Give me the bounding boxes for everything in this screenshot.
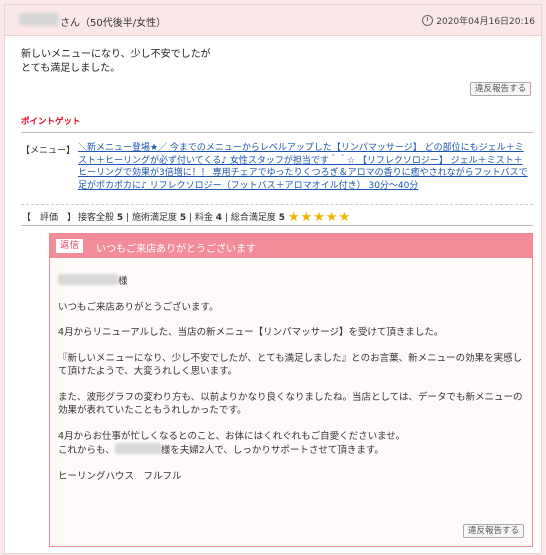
- price-label: 料金: [194, 213, 213, 223]
- service-label: 接客全般: [78, 213, 115, 223]
- service-score: 5: [116, 213, 124, 223]
- reply-signature: ヒーリングハウス フルフル: [58, 470, 182, 482]
- reply-paragraph: 『新しいメニューになり、少し不安でしたが、とても満足しました』とのお言葉、新メニ…: [58, 352, 523, 378]
- customer-name-blurred: [114, 443, 161, 454]
- reply-line-pre: これからも、: [58, 445, 115, 456]
- star-rating-icon: ★★★★★: [287, 210, 352, 225]
- salutation-suffix: 様: [118, 276, 128, 287]
- reply-line-post: 様を夫婦2人で、しっかりサポートさせて頂きます。: [160, 445, 384, 456]
- clock-icon: [422, 15, 434, 26]
- review-line: とても満足しました。: [21, 63, 121, 74]
- reply-badge: 返信: [56, 239, 84, 253]
- review-date: 2020年04月16日20:16: [422, 14, 535, 27]
- report-button[interactable]: 違反報告する: [469, 82, 531, 96]
- rating-sep: |: [188, 213, 193, 223]
- review-card: さん（50代後半/女性） 2020年04月16日20:16 新しいメニューになり…: [4, 4, 542, 554]
- rating-sep: |: [224, 213, 228, 223]
- reply-paragraph: 4月からリニューアルした、当店の新メニュー【リンパマッサージ】を受けて頂きました…: [58, 327, 444, 338]
- point-get-label: ポイントゲット: [21, 117, 81, 127]
- menu-link[interactable]: ＼新メニュー登場★／ 今までのメニューからレベルアップした【リンパマッサージ】 …: [78, 142, 528, 192]
- reply-title: いつもご来店ありがとうございます: [96, 244, 256, 255]
- divider: [21, 132, 533, 133]
- rating-label: 【 評価 】: [22, 213, 77, 223]
- review-date-text: 2020年04月16日20:16: [436, 17, 535, 27]
- reviewer-name-blurred: [19, 13, 59, 26]
- reply-salutation: 様: [58, 274, 526, 289]
- rating-row: 接客全般 5 | 施術満足度 5 | 料金 4 | 総合満足度 5 ★★★★★: [78, 210, 351, 225]
- reviewer-info: さん（50代後半/女性）: [60, 18, 167, 29]
- reply-line: 4月からお仕事が忙しくなるとのこと、お体にはくれぐれもご自愛くださいませ。: [58, 430, 406, 442]
- treatment-label: 施術満足度: [131, 213, 177, 223]
- reply-paragraph: また、波形グラフの変わり方も、以前よりかなり良くなりましたね。当店としては、デー…: [58, 391, 523, 417]
- review-line: 新しいメニューになり、少し不安でしたが: [21, 49, 211, 60]
- reply-paragraph: 4月からお仕事が忙しくなるとのこと、お体にはくれぐれもご自愛くださいませ。 これ…: [58, 430, 526, 458]
- overall-score: 5: [278, 213, 286, 223]
- menu-label: 【メニュー】: [21, 146, 76, 156]
- price-score: 4: [215, 213, 223, 223]
- reply-paragraph: いつもご来店ありがとうございます。: [58, 301, 219, 313]
- reply-header: 返信 いつもご来店ありがとうございます: [50, 234, 532, 258]
- divider: [21, 225, 533, 226]
- overall-label: 総合満足度: [230, 213, 276, 223]
- customer-name-blurred: [58, 274, 118, 285]
- rating-sep: |: [126, 213, 130, 223]
- reply-report-button[interactable]: 違反報告する: [462, 524, 524, 538]
- treatment-score: 5: [179, 213, 187, 223]
- reply-body: 様 いつもご来店ありがとうございます。 4月からリニューアルした、当店の新メニュ…: [58, 274, 526, 495]
- review-text: 新しいメニューになり、少し不安でしたが とても満足しました。: [21, 48, 211, 76]
- review-header: さん（50代後半/女性） 2020年04月16日20:16: [5, 5, 541, 36]
- divider: [21, 204, 533, 205]
- reply-box: 返信 いつもご来店ありがとうございます 様 いつもご来店ありがとうございます。 …: [49, 233, 533, 547]
